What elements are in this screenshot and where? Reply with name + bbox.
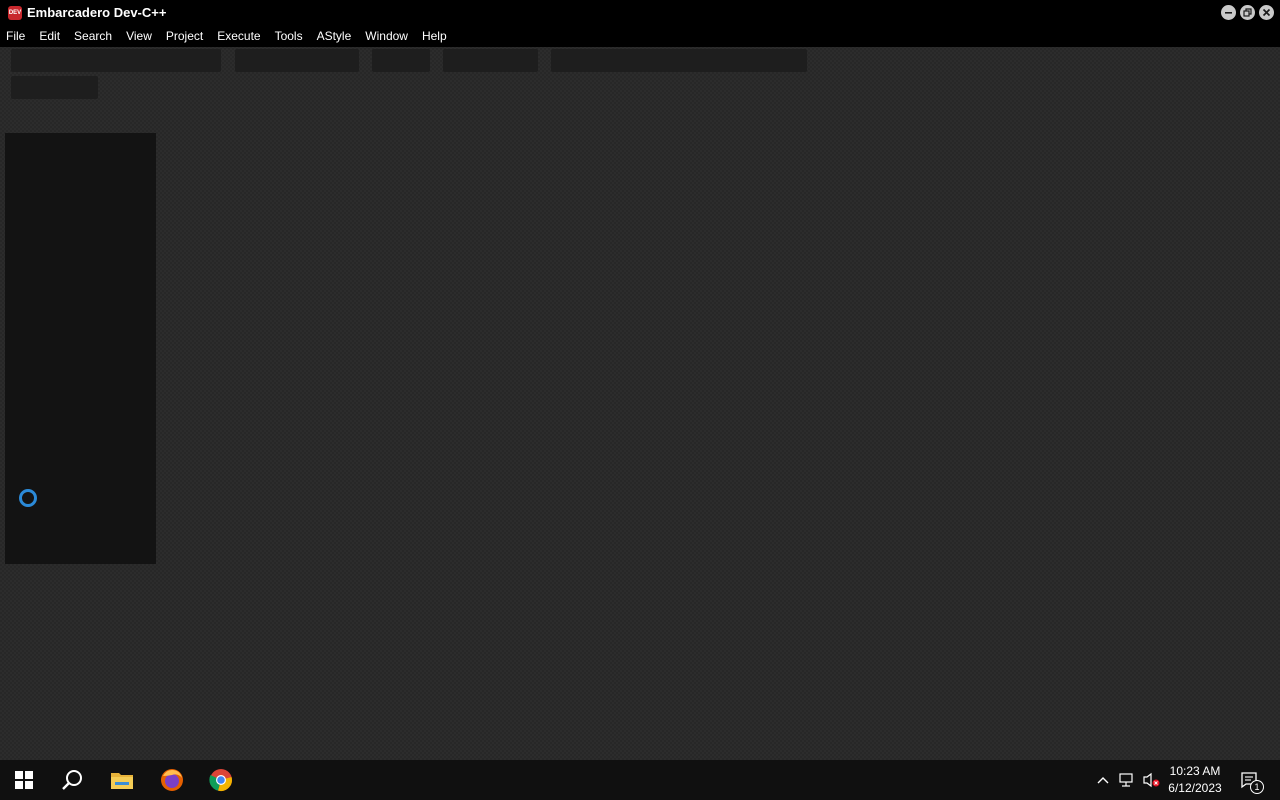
- search-icon[interactable]: [48, 760, 96, 800]
- chrome-icon[interactable]: [197, 760, 245, 800]
- close-button[interactable]: [1259, 5, 1274, 20]
- restore-button[interactable]: [1240, 5, 1255, 20]
- notification-count-badge: 1: [1250, 780, 1264, 794]
- taskbar-clock[interactable]: 10:23 AM 6/12/2023: [1160, 763, 1230, 797]
- window-controls: [1221, 5, 1274, 20]
- toolbar-search[interactable]: [372, 49, 430, 72]
- volume-muted-icon[interactable]: [1140, 760, 1162, 800]
- menu-tools[interactable]: Tools: [268, 25, 310, 47]
- toolbar-edit[interactable]: [235, 49, 359, 72]
- menu-view[interactable]: View: [119, 25, 159, 47]
- toolbar-project[interactable]: [551, 49, 807, 72]
- toolbar-main[interactable]: [11, 49, 221, 72]
- menu-project[interactable]: Project: [159, 25, 210, 47]
- title-bar[interactable]: DEV Embarcadero Dev-C++: [0, 0, 1280, 25]
- menu-window[interactable]: Window: [358, 25, 415, 47]
- clock-time: 10:23 AM: [1169, 764, 1221, 778]
- menu-file[interactable]: File: [0, 25, 32, 47]
- taskbar: 10:23 AM 6/12/2023: [0, 760, 1280, 800]
- window-title: Embarcadero Dev-C++: [27, 5, 167, 20]
- show-hidden-icons-chevron[interactable]: [1094, 760, 1112, 800]
- minimize-button[interactable]: [1221, 5, 1236, 20]
- menu-bar: File Edit Search View Project Execute To…: [0, 25, 1280, 47]
- main-window: DEV Embarcadero Dev-C++ File Edit Search…: [0, 0, 1280, 760]
- file-explorer-icon[interactable]: [98, 760, 146, 800]
- firefox-icon[interactable]: [148, 760, 196, 800]
- clock-date: 6/12/2023: [1168, 781, 1222, 795]
- menu-help[interactable]: Help: [415, 25, 454, 47]
- windows-start-icon[interactable]: [0, 760, 48, 800]
- menu-astyle[interactable]: AStyle: [310, 25, 359, 47]
- loading-spinner-icon: [19, 489, 37, 507]
- menu-search[interactable]: Search: [67, 25, 119, 47]
- devcpp-app-icon: DEV: [8, 5, 22, 20]
- toolbar-compile[interactable]: [443, 49, 538, 72]
- menu-execute[interactable]: Execute: [210, 25, 267, 47]
- toolbar-debug[interactable]: [11, 76, 98, 99]
- menu-edit[interactable]: Edit: [32, 25, 67, 47]
- network-icon[interactable]: [1116, 760, 1138, 800]
